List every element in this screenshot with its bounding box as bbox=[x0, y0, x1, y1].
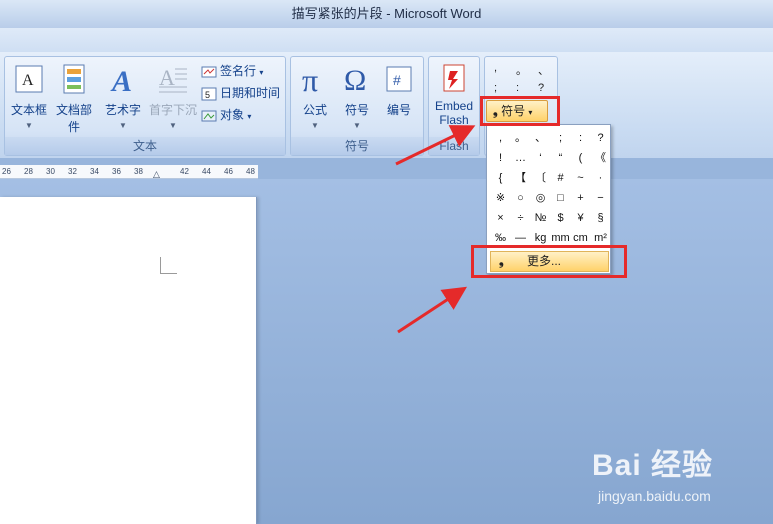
baidu-watermark: Bai 经验 jingyan.baidu.com bbox=[592, 440, 767, 512]
watermark-logo-text: Bai 经验 bbox=[592, 449, 714, 482]
watermark-url: jingyan.baidu.com bbox=[598, 488, 711, 504]
arrow-to-symbol-button bbox=[395, 125, 476, 166]
arrow-to-more-item bbox=[397, 286, 468, 334]
